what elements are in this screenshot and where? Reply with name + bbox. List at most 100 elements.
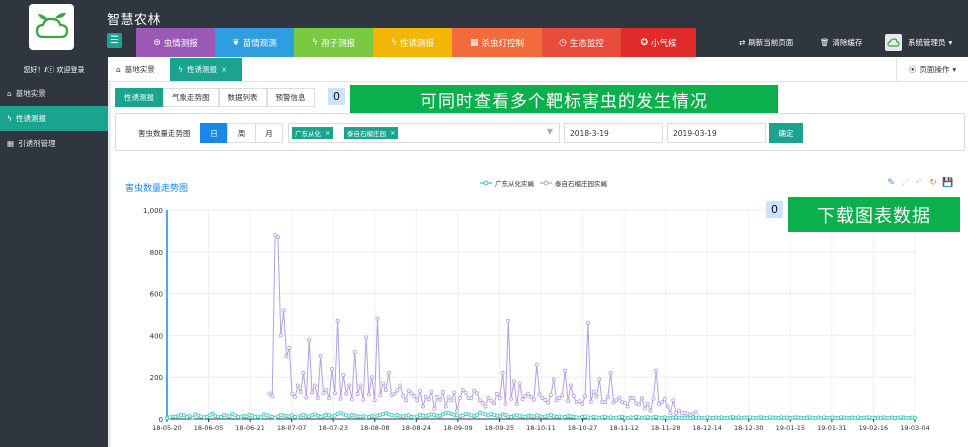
chevron-down-icon: ▼ <box>546 127 553 136</box>
confirm-button[interactable]: 确定 <box>769 123 803 143</box>
y-tick-label: 0 <box>159 416 163 424</box>
data-point <box>617 395 622 400</box>
end-date-input[interactable]: 2019-03-19 <box>667 123 766 143</box>
nav-ecological-monitoring[interactable]: ◷ 生态监控 <box>542 28 621 57</box>
data-point <box>668 410 673 415</box>
nav-insect-lamp-control[interactable]: ▦ 杀虫灯控制 <box>452 28 542 57</box>
nav-seedling-observation[interactable]: ❦ 苗情观测 <box>215 28 294 57</box>
data-point <box>639 396 644 401</box>
x-tick-label: 18-07-07 <box>277 424 307 432</box>
data-point <box>475 391 480 396</box>
legend-marker <box>483 180 489 186</box>
data-point <box>654 368 659 373</box>
x-tick-label: 18-12-30 <box>734 424 764 432</box>
sidebar-item-lure-management[interactable]: ▦ 引诱剂管理 <box>0 131 108 156</box>
nav-pheromone-monitoring[interactable]: ϟ 性诱测报 <box>373 28 452 57</box>
nav-pest-monitoring[interactable]: ⊜ 虫情测报 <box>136 28 215 57</box>
site-multiselect[interactable]: 广东从化 × 泰自石榴庄园 × ▼ <box>288 123 560 143</box>
close-icon[interactable]: × <box>325 129 330 137</box>
data-point <box>529 394 534 399</box>
data-point <box>537 392 542 397</box>
data-point <box>588 399 593 404</box>
data-point <box>321 390 326 395</box>
legend-label: 广东从化实蝇 <box>495 179 535 188</box>
data-point <box>563 368 568 373</box>
sidebar: 您好！ℓⓡ 欢迎登录 ⌂ 基地实景 ϟ 性诱测报 ▦ 引诱剂管理 <box>0 57 108 447</box>
data-point <box>659 400 664 405</box>
annotation-counter: 0 <box>328 88 345 105</box>
selected-site-chip: 泰自石榴庄园 × <box>344 127 399 139</box>
page-operations-menu[interactable]: ⦿ 页面操作 ▾ <box>896 58 968 81</box>
sidebar-item-pheromone-monitoring[interactable]: ϟ 性诱测报 <box>0 106 108 131</box>
data-point <box>369 375 374 380</box>
data-point <box>409 391 414 396</box>
close-icon[interactable]: × <box>390 129 395 137</box>
data-point <box>449 398 454 403</box>
close-icon[interactable]: × <box>221 65 227 74</box>
tab-warning-info[interactable]: 预警信息 <box>266 88 315 107</box>
data-point <box>366 392 371 397</box>
data-point <box>398 383 403 388</box>
data-point <box>386 371 391 376</box>
refresh-page-button[interactable]: ⇄ 刷新当前页面 <box>739 28 793 57</box>
page-tab-base-scene[interactable]: ⌂ 基地实景 <box>108 58 163 81</box>
tab-data-list[interactable]: 数据列表 <box>218 88 267 107</box>
data-point <box>347 383 352 388</box>
clear-cache-button[interactable]: 🗑 清除缓存 <box>820 28 863 57</box>
content-left-edge <box>108 82 111 447</box>
logo <box>29 4 74 50</box>
data-point <box>503 401 508 406</box>
data-point <box>440 390 445 395</box>
data-point <box>472 388 477 393</box>
sidebar-item-base-scene[interactable]: ⌂ 基地实景 <box>0 81 108 106</box>
data-point <box>298 390 303 395</box>
data-point <box>580 401 585 406</box>
page-tab-pheromone-monitoring[interactable]: ϟ 性诱测报 × <box>170 58 242 81</box>
data-point <box>418 389 423 394</box>
leaf-icon: ❦ <box>232 37 240 48</box>
data-point <box>446 395 451 400</box>
data-point <box>287 345 292 350</box>
data-point <box>642 406 647 411</box>
data-point <box>423 394 428 399</box>
data-point <box>355 392 360 397</box>
caret-down-icon: ▾ <box>952 65 957 74</box>
data-point <box>483 404 488 409</box>
data-point <box>332 391 337 396</box>
granularity-day-button[interactable]: 日 <box>200 123 228 143</box>
data-point <box>358 383 363 388</box>
data-point <box>290 391 295 396</box>
data-point <box>349 397 354 402</box>
granularity-week-button[interactable]: 周 <box>227 123 256 143</box>
data-point <box>312 383 317 388</box>
user-menu[interactable]: 系统管理员 ▾ <box>885 28 952 57</box>
start-date-input[interactable]: 2018-3-19 <box>564 123 663 143</box>
x-tick-label: 18-08-24 <box>402 424 432 432</box>
x-tick-label: 18-11-28 <box>651 424 681 432</box>
data-point <box>477 398 482 403</box>
data-point <box>295 383 300 388</box>
data-point <box>227 414 232 419</box>
data-point <box>534 362 539 367</box>
data-point <box>631 396 636 401</box>
data-point <box>651 396 656 401</box>
data-point <box>500 371 505 376</box>
tab-weather-trend[interactable]: 气象走势图 <box>163 88 219 107</box>
tab-pheromone-monitoring[interactable]: 性诱测报 <box>115 88 163 107</box>
data-point <box>270 394 275 399</box>
data-point <box>494 391 499 396</box>
filter-panel: 害虫数量走势图 日 周 月 广东从化 × 泰自石榴庄园 × ▼ 2018-3-19 … <box>115 113 965 151</box>
granularity-month-button[interactable]: 月 <box>255 123 283 143</box>
x-tick-label: 19-01-15 <box>776 424 806 432</box>
data-point <box>361 397 366 402</box>
data-point <box>583 394 588 399</box>
data-point <box>392 391 397 396</box>
nav-microclimate[interactable]: ✪ 小气候 <box>621 28 696 57</box>
data-point <box>625 404 630 409</box>
x-tick-label: 18-09-25 <box>485 424 515 432</box>
data-point <box>611 400 616 405</box>
data-point <box>426 397 431 402</box>
nav-spore-monitoring[interactable]: ϟ 孢子测报 <box>294 28 373 57</box>
menu-toggle-button[interactable]: ☰ <box>107 33 122 48</box>
x-tick-label: 19-03-04 <box>900 424 930 432</box>
